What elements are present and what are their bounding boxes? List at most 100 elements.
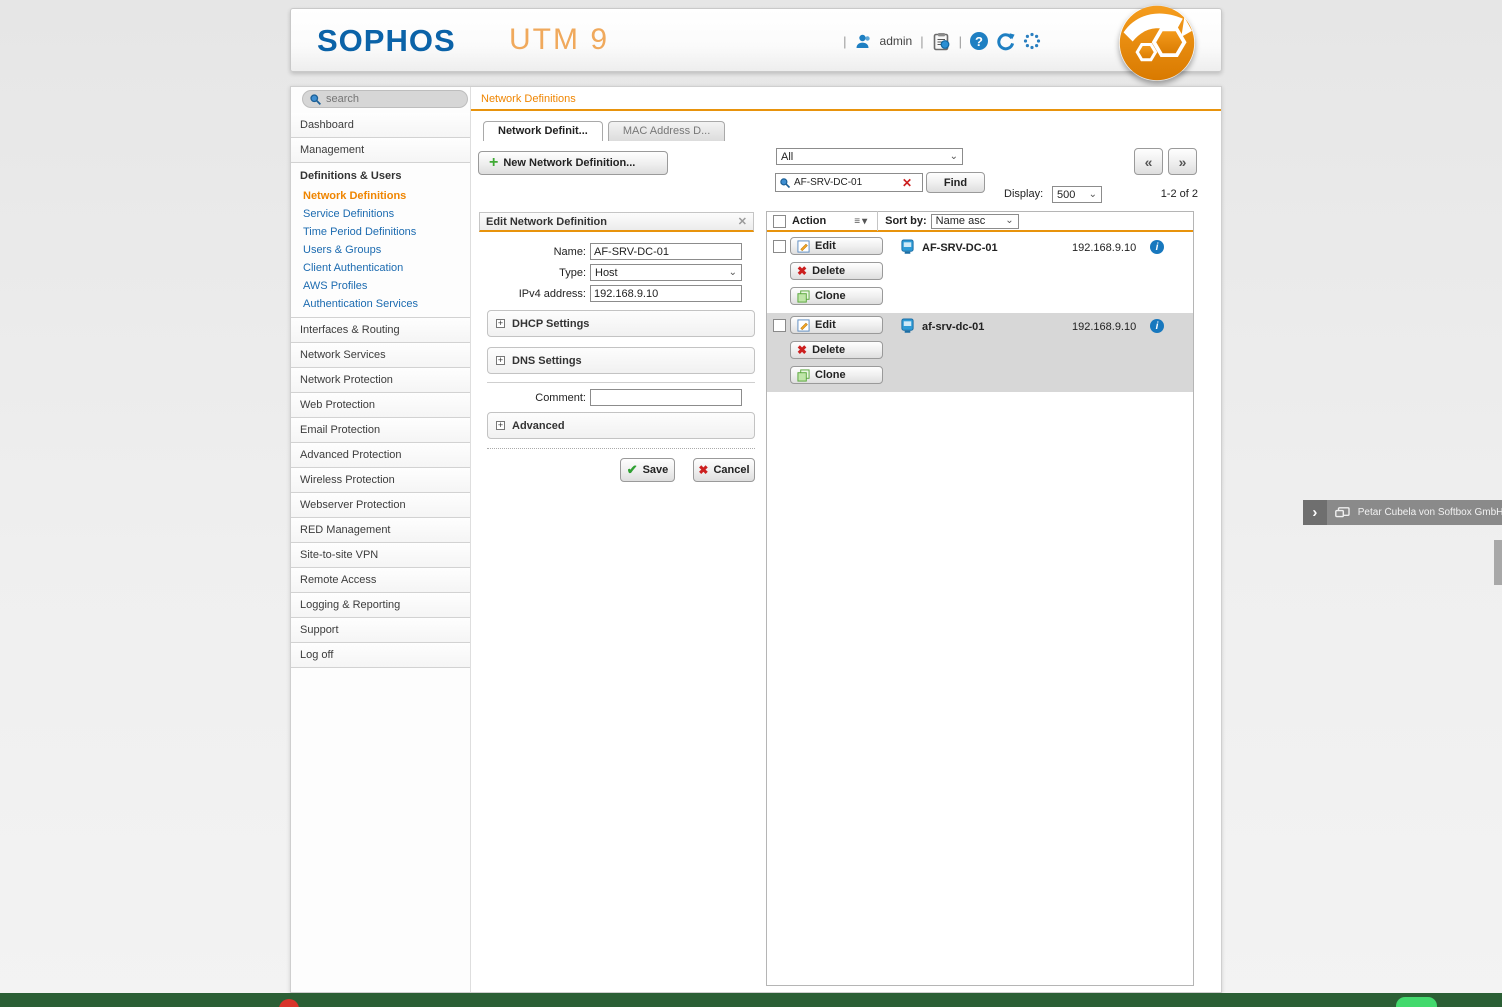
comment-field[interactable] xyxy=(590,389,742,406)
find-input[interactable] xyxy=(794,177,899,188)
edit-button[interactable]: Edit xyxy=(790,316,883,334)
sidebar-item-email-protection[interactable]: Email Protection xyxy=(291,418,470,443)
ipv4-row: IPv4 address: xyxy=(479,285,742,302)
name-field[interactable] xyxy=(590,243,742,260)
type-row: Type: Host ⌄ xyxy=(479,264,742,281)
edit-icon xyxy=(797,319,810,332)
meeting-taskbar xyxy=(0,993,1502,1007)
save-button[interactable]: ✔ Save xyxy=(620,458,675,482)
help-icon[interactable]: ? xyxy=(970,32,988,50)
x-icon: ✖ xyxy=(797,264,807,278)
close-icon[interactable]: ✕ xyxy=(738,215,747,228)
main-area: Dashboard Management Definitions & Users… xyxy=(290,86,1222,993)
chevron-down-icon: ⌄ xyxy=(729,269,737,277)
select-all-checkbox[interactable] xyxy=(773,215,786,228)
delete-button[interactable]: ✖ Delete xyxy=(790,341,883,359)
sidebar-section-definitions-users[interactable]: Definitions & Users xyxy=(291,163,470,187)
sidebar-item-network-definitions[interactable]: Network Definitions xyxy=(291,187,470,205)
edit-button[interactable]: Edit xyxy=(790,237,883,255)
clone-button[interactable]: Clone xyxy=(790,366,883,384)
clear-search-icon[interactable]: ✕ xyxy=(902,176,912,190)
sidebar-item-dashboard[interactable]: Dashboard xyxy=(291,113,470,138)
sidebar-item-advanced-protection[interactable]: Advanced Protection xyxy=(291,443,470,468)
tab-network-definitions[interactable]: Network Definit... xyxy=(483,121,603,141)
product-name: UTM 9 xyxy=(509,23,609,57)
host-icon xyxy=(900,239,915,255)
sidebar-search[interactable] xyxy=(302,90,468,108)
cancel-button[interactable]: ✖ Cancel xyxy=(693,458,755,482)
sidebar-item-wireless-protection[interactable]: Wireless Protection xyxy=(291,468,470,493)
delete-button[interactable]: ✖ Delete xyxy=(790,262,883,280)
search-icon xyxy=(309,93,322,106)
sidebar-item-support[interactable]: Support xyxy=(291,618,470,643)
dns-settings-section[interactable]: + DNS Settings xyxy=(487,347,755,374)
sophos-utm-ball-logo xyxy=(1119,5,1195,81)
advanced-section[interactable]: + Advanced xyxy=(487,412,755,439)
app-header: SOPHOS UTM 9 | admin | | ? xyxy=(290,8,1222,72)
row-checkbox[interactable] xyxy=(773,319,786,332)
dhcp-settings-section[interactable]: + DHCP Settings xyxy=(487,310,755,337)
new-button-label: New Network Definition... xyxy=(503,157,635,169)
sidebar-item-red-management[interactable]: RED Management xyxy=(291,518,470,543)
meeting-green-button[interactable] xyxy=(1396,997,1437,1007)
ipv4-field[interactable] xyxy=(590,285,742,302)
sidebar-item-log-off[interactable]: Log off xyxy=(291,643,470,668)
sidebar-item-interfaces-routing[interactable]: Interfaces & Routing xyxy=(291,318,470,343)
sidebar-item-client-authentication[interactable]: Client Authentication xyxy=(291,259,470,277)
next-page-button[interactable]: » xyxy=(1168,148,1197,175)
content-area: Network Definitions Network Definit... M… xyxy=(473,87,1223,992)
refresh-icon[interactable] xyxy=(996,32,1015,51)
info-icon[interactable]: i xyxy=(1150,319,1164,333)
search-input[interactable] xyxy=(326,93,446,105)
sidebar-item-authentication-services[interactable]: Authentication Services xyxy=(291,295,470,313)
type-filter-value: All xyxy=(781,151,793,163)
expand-icon[interactable]: + xyxy=(496,421,505,430)
type-filter-select[interactable]: All ⌄ xyxy=(776,148,963,165)
tab-bar: Network Definit... MAC Address D... xyxy=(483,121,725,141)
ipv4-label: IPv4 address: xyxy=(479,288,586,300)
type-select[interactable]: Host ⌄ xyxy=(590,264,742,281)
advanced-label: Advanced xyxy=(512,420,565,432)
sidebar-item-users-groups[interactable]: Users & Groups xyxy=(291,241,470,259)
expand-icon[interactable]: + xyxy=(496,319,505,328)
chevron-down-icon: ⌄ xyxy=(1005,217,1013,225)
action-menu-icon[interactable]: ≡ ▾ xyxy=(854,216,867,227)
remote-session-overlay: › Petar Čubela von Softbox GmbH xyxy=(1303,500,1502,525)
sidebar-item-site-to-site-vpn[interactable]: Site-to-site VPN xyxy=(291,543,470,568)
notes-icon[interactable] xyxy=(932,32,951,51)
separator: | xyxy=(843,34,846,49)
save-label: Save xyxy=(643,464,669,476)
info-icon[interactable]: i xyxy=(1150,240,1164,254)
sidebar-item-logging-reporting[interactable]: Logging & Reporting xyxy=(291,593,470,618)
row-checkbox[interactable] xyxy=(773,240,786,253)
sidebar-item-time-period-definitions[interactable]: Time Period Definitions xyxy=(291,223,470,241)
expand-icon[interactable]: + xyxy=(496,356,505,365)
desktop: SOPHOS UTM 9 | admin | | ? xyxy=(0,0,1502,1007)
sidebar-item-service-definitions[interactable]: Service Definitions xyxy=(291,205,470,223)
sidebar-item-aws-profiles[interactable]: AWS Profiles xyxy=(291,277,470,295)
sidebar-item-remote-access[interactable]: Remote Access xyxy=(291,568,470,593)
form-panel-header: Edit Network Definition ✕ xyxy=(479,212,754,232)
sidebar-item-network-services[interactable]: Network Services xyxy=(291,343,470,368)
sort-value: Name asc xyxy=(936,215,986,227)
tab-mac-address-definitions[interactable]: MAC Address D... xyxy=(608,121,725,141)
definition-name[interactable]: af-srv-dc-01 xyxy=(922,321,984,333)
sort-select[interactable]: Name asc ⌄ xyxy=(931,214,1019,229)
overlay-expand-chevron[interactable]: › xyxy=(1303,500,1327,525)
sidebar-item-network-protection[interactable]: Network Protection xyxy=(291,368,470,393)
overlay-side-tab[interactable] xyxy=(1494,540,1502,585)
find-button[interactable]: Find xyxy=(926,172,985,193)
sidebar: Dashboard Management Definitions & Users… xyxy=(291,87,471,992)
sidebar-item-webserver-protection[interactable]: Webserver Protection xyxy=(291,493,470,518)
edit-label: Edit xyxy=(815,240,836,252)
sidebar-item-management[interactable]: Management xyxy=(291,138,470,163)
definitions-list-panel: Action ≡ ▾ Sort by: Name asc ⌄ xyxy=(766,211,1194,986)
sidebar-item-web-protection[interactable]: Web Protection xyxy=(291,393,470,418)
prev-page-button[interactable]: « xyxy=(1134,148,1163,175)
definition-name[interactable]: AF-SRV-DC-01 xyxy=(922,242,998,254)
new-network-definition-button[interactable]: + New Network Definition... xyxy=(478,151,668,175)
clone-button[interactable]: Clone xyxy=(790,287,883,305)
clone-label: Clone xyxy=(815,369,846,381)
find-field[interactable]: ✕ xyxy=(775,173,923,192)
display-count-select[interactable]: 500 ⌄ xyxy=(1052,186,1102,203)
